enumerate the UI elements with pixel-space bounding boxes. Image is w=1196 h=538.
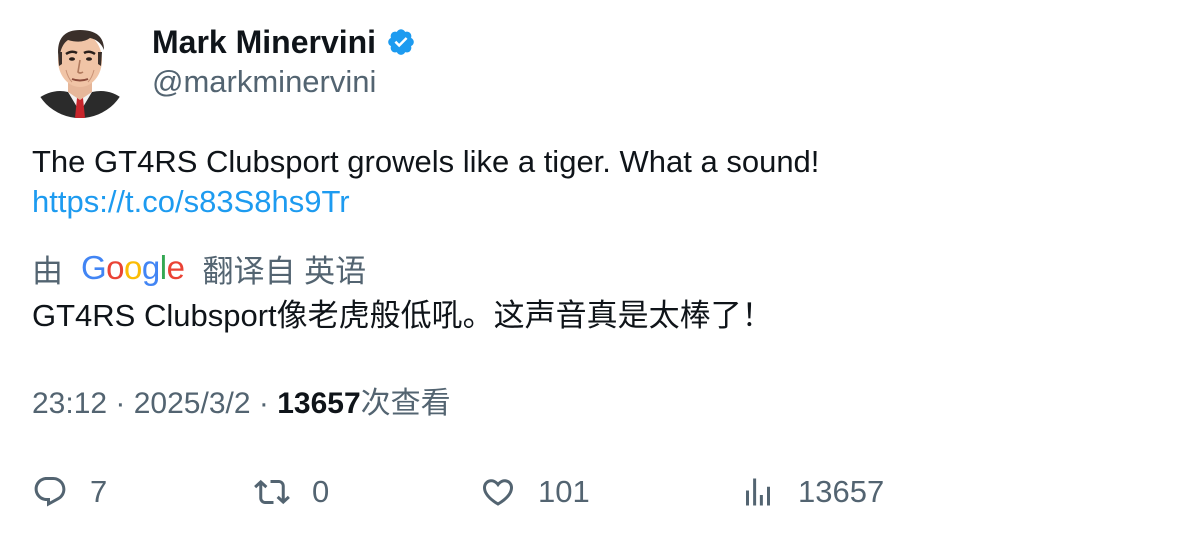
analytics-icon <box>746 478 770 506</box>
verified-badge-icon <box>386 27 416 57</box>
author-handle[interactable]: @markminervini <box>152 62 376 102</box>
reply-button[interactable]: 7 <box>32 470 107 514</box>
translation-prefix: 由 <box>32 253 63 289</box>
translated-text: GT4RS Clubsport像老虎般低吼。这声音真是太棒了！ <box>32 298 773 333</box>
avatar[interactable] <box>32 22 128 118</box>
tweet-time[interactable]: 23:12 <box>32 387 107 420</box>
meta-separator: · <box>115 387 134 420</box>
tweet-card: Mark Minervini @markminervini The GT4RS … <box>0 0 1196 538</box>
translation-suffix[interactable]: 翻译自 英语 <box>202 246 366 291</box>
views-label: 次查看 <box>360 387 451 420</box>
heart-icon <box>482 479 514 506</box>
retweet-icon <box>254 479 290 505</box>
like-button[interactable]: 101 <box>480 470 590 514</box>
views-button[interactable]: 13657 <box>740 470 884 514</box>
tweet-text: The GT4RS Clubsport growels like a tiger… <box>32 144 820 179</box>
meta-separator: · <box>258 387 278 420</box>
author-name[interactable]: Mark Minervini <box>152 22 376 62</box>
retweet-count: 0 <box>312 474 330 509</box>
views-action-count: 13657 <box>798 474 885 509</box>
reply-icon <box>34 477 66 507</box>
reply-count: 7 <box>90 474 108 509</box>
retweet-button[interactable]: 0 <box>254 470 329 514</box>
tweet-body: The GT4RS Clubsport growels like a tiger… <box>32 142 1162 222</box>
action-bar: 7 0 101 13657 <box>32 470 1172 514</box>
author-name-row: Mark Minervini <box>152 22 416 62</box>
tweet-date[interactable]: 2025/3/2 <box>134 387 251 420</box>
translation-attribution: 由 Google 翻译自 英语 <box>32 246 366 290</box>
tweet-meta: 23:12 · 2025/3/2 · 13657次查看 <box>32 384 451 424</box>
avatar-illustration <box>32 22 128 118</box>
views-count: 13657 <box>277 387 361 420</box>
google-logo: Google <box>81 249 185 286</box>
like-count: 101 <box>538 474 590 509</box>
tweet-link[interactable]: https://t.co/s83S8hs9Tr <box>32 182 1162 222</box>
